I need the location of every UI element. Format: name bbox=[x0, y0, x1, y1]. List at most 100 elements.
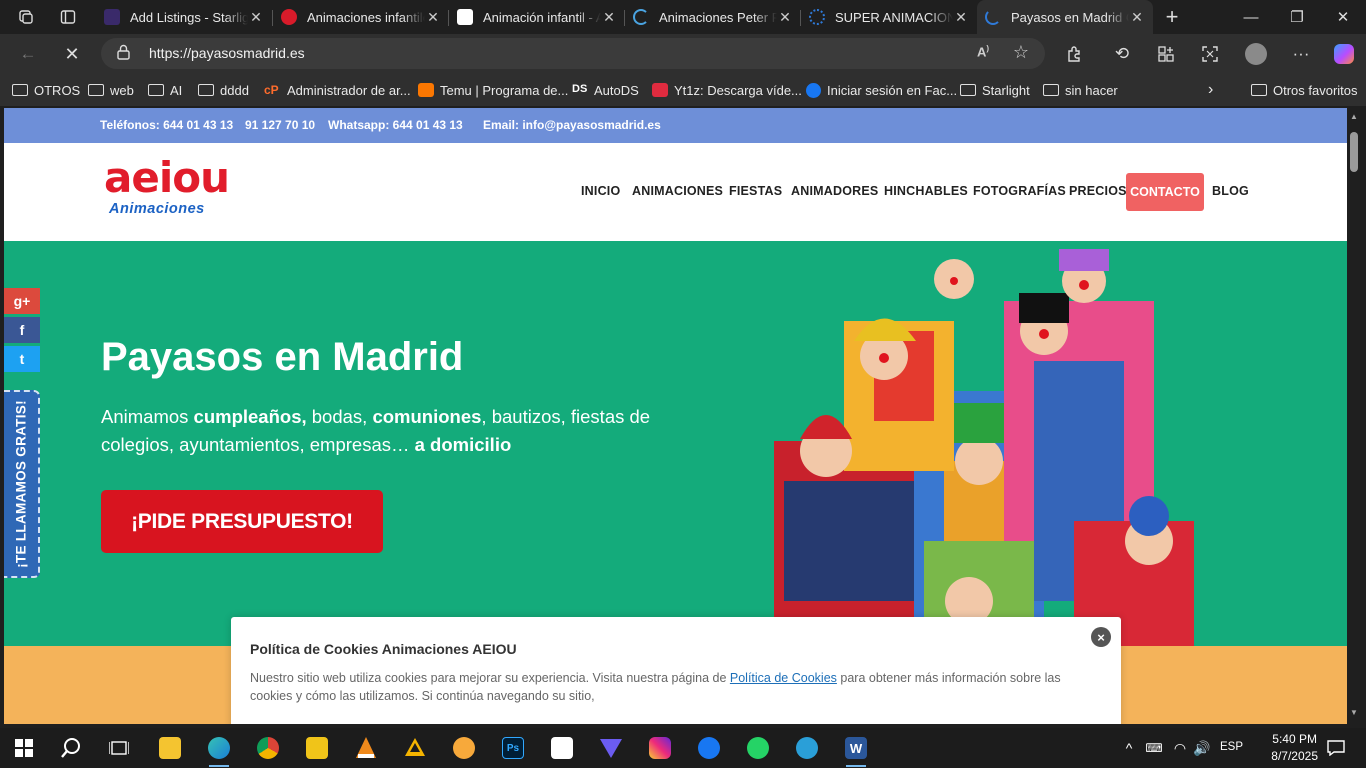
collections-icon[interactable] bbox=[1152, 42, 1180, 66]
folder-icon bbox=[1043, 84, 1059, 96]
menu-fiestas[interactable]: FIESTAS bbox=[729, 184, 782, 198]
edge-browser-icon[interactable] bbox=[205, 734, 233, 767]
file-explorer-icon[interactable] bbox=[156, 734, 184, 762]
notifications-icon[interactable] bbox=[1322, 734, 1350, 762]
bookmark-temu[interactable]: Temu | Programa de... bbox=[418, 81, 568, 99]
cookie-policy-link[interactable]: Política de Cookies bbox=[730, 671, 837, 685]
minimize-icon[interactable]: — bbox=[1228, 0, 1274, 34]
tab-title: Animaciones infantiles bbox=[307, 9, 425, 25]
messenger-app-icon[interactable] bbox=[793, 734, 821, 762]
tab-close-icon[interactable]: ✕ bbox=[1129, 9, 1145, 26]
bookmarks-overflow-chevron-icon[interactable]: › bbox=[1208, 81, 1213, 99]
te-llamamos-gratis-tab[interactable]: ¡TE LLAMAMOS GRATIS! bbox=[4, 390, 40, 578]
tab-close-icon[interactable]: ✕ bbox=[777, 9, 793, 26]
scrollbar-thumb[interactable] bbox=[1350, 132, 1358, 172]
tab-close-icon[interactable]: ✕ bbox=[601, 9, 617, 26]
facebook-share-icon[interactable]: f bbox=[4, 317, 40, 343]
bookmark-starlight[interactable]: Starlight bbox=[960, 81, 1030, 99]
tab-close-icon[interactable]: ✕ bbox=[248, 9, 264, 26]
bookmark-label: Otros favoritos bbox=[1273, 82, 1358, 98]
stop-loading-icon[interactable]: ✕ bbox=[58, 42, 86, 66]
pide-presupuesto-button[interactable]: ¡PIDE PRESUPUESTO! bbox=[101, 490, 383, 553]
bookmark-web[interactable]: web bbox=[88, 81, 134, 99]
input-indicator-icon[interactable]: ⌨ bbox=[1140, 734, 1168, 762]
google-drive-icon[interactable] bbox=[401, 734, 429, 762]
bookmark-otros-favoritos[interactable]: Otros favoritos bbox=[1251, 81, 1358, 99]
bookmark-cpanel[interactable]: cP Administrador de ar... bbox=[264, 81, 411, 99]
tab-favicon-icon bbox=[457, 9, 473, 25]
bookmark-dddd[interactable]: dddd bbox=[198, 81, 249, 99]
screenshot-icon[interactable] bbox=[1196, 42, 1224, 66]
scroll-down-icon[interactable]: ▼ bbox=[1350, 708, 1358, 717]
menu-animadores[interactable]: ANIMADORES bbox=[791, 184, 878, 198]
new-tab-icon[interactable]: + bbox=[1160, 4, 1184, 29]
menu-fotografias[interactable]: FOTOGRAFÍAS bbox=[973, 184, 1066, 198]
bookmark-sin-hacer[interactable]: sin hacer bbox=[1043, 81, 1118, 99]
tab-animaciones-infantiles[interactable]: Animaciones infantiles ✕ bbox=[273, 0, 449, 34]
word-icon[interactable]: W bbox=[842, 734, 870, 767]
back-icon[interactable]: ← bbox=[14, 42, 42, 66]
menu-inicio[interactable]: INICIO bbox=[581, 184, 620, 198]
bookmark-ai[interactable]: AI bbox=[148, 81, 182, 99]
copilot-icon[interactable] bbox=[1330, 42, 1358, 66]
bookmark-facebook[interactable]: Iniciar sesión en Fac... bbox=[806, 81, 957, 99]
restore-icon[interactable]: ❐ bbox=[1274, 0, 1320, 34]
topbar-phones[interactable]: Teléfonos: 644 01 43 13 bbox=[100, 118, 233, 132]
tab-super-animaciones[interactable]: SUPER ANIMACIONES ✕ bbox=[801, 0, 977, 34]
read-aloud-icon[interactable]: A) bbox=[977, 44, 989, 59]
volume-icon[interactable]: 🔊 bbox=[1188, 734, 1216, 762]
topbar-phone-2[interactable]: 91 127 70 10 bbox=[245, 118, 315, 132]
workspaces-icon[interactable] bbox=[14, 6, 38, 28]
menu-precios[interactable]: PRECIOS bbox=[1069, 184, 1127, 198]
bookmark-otros[interactable]: OTROS bbox=[12, 81, 80, 99]
menu-hinchables[interactable]: HINCHABLES bbox=[884, 184, 968, 198]
address-bar[interactable]: https://payasosmadrid.es A) ☆ bbox=[101, 38, 1045, 69]
search-icon[interactable] bbox=[57, 734, 85, 762]
menu-blog[interactable]: BLOG bbox=[1212, 184, 1249, 198]
tab-animacion-infantil[interactable]: Animación infantil - A ✕ bbox=[449, 0, 625, 34]
lock-icon[interactable] bbox=[117, 44, 130, 63]
cookie-close-icon[interactable]: × bbox=[1091, 627, 1111, 647]
system-clock[interactable]: 5:40 PM 8/7/2025 bbox=[1271, 731, 1318, 765]
bookmark-yt1z[interactable]: Yt1z: Descarga víde... bbox=[652, 81, 802, 99]
language-indicator[interactable]: ESP bbox=[1220, 741, 1243, 753]
chrome-icon[interactable] bbox=[254, 734, 282, 762]
tab-close-icon[interactable]: ✕ bbox=[953, 9, 969, 26]
photo-viewer-icon[interactable] bbox=[450, 734, 478, 762]
tab-animaciones-peter-pan[interactable]: Animaciones Peter Pan ✕ bbox=[625, 0, 801, 34]
menu-animaciones[interactable]: ANIMACIONES bbox=[632, 184, 723, 198]
extensions-icon[interactable] bbox=[1060, 42, 1088, 66]
player-app-icon[interactable] bbox=[303, 734, 331, 762]
tab-actions-icon[interactable] bbox=[56, 6, 80, 28]
favorite-star-icon[interactable]: ☆ bbox=[1013, 42, 1029, 63]
windows-start-icon[interactable] bbox=[10, 734, 38, 762]
task-view-icon[interactable] bbox=[105, 734, 133, 762]
vpn-app-icon[interactable] bbox=[597, 734, 625, 762]
photoshop-icon[interactable]: Ps bbox=[499, 734, 527, 762]
tab-title: Animación infantil - A bbox=[483, 9, 601, 25]
site-logo[interactable]: aeiou Animaciones bbox=[104, 157, 249, 223]
facebook-app-icon[interactable] bbox=[695, 734, 723, 762]
more-options-icon[interactable]: ··· bbox=[1287, 42, 1315, 66]
twitter-share-icon[interactable]: t bbox=[4, 346, 40, 372]
menu-contacto-button[interactable]: CONTACTO bbox=[1126, 173, 1204, 211]
tab-payasos-madrid[interactable]: Payasos en Madrid Cu ✕ bbox=[977, 0, 1153, 34]
vlc-icon[interactable] bbox=[352, 734, 380, 762]
google-plus-share-icon[interactable]: g+ bbox=[4, 288, 40, 314]
bookmark-autods[interactable]: DS AutoDS bbox=[572, 81, 639, 99]
whatsapp-icon[interactable] bbox=[744, 734, 772, 762]
tray-chevron-up-icon[interactable]: ^ bbox=[1115, 734, 1143, 762]
topbar-whatsapp[interactable]: Whatsapp: 644 01 43 13 bbox=[328, 118, 463, 132]
profile-avatar-icon[interactable] bbox=[1242, 42, 1270, 66]
scroll-up-icon[interactable]: ▲ bbox=[1350, 112, 1358, 121]
bookmark-label: web bbox=[110, 82, 134, 98]
tab-close-icon[interactable]: ✕ bbox=[425, 9, 441, 26]
url-text[interactable]: https://payasosmadrid.es bbox=[149, 45, 305, 61]
history-icon[interactable]: ⟲ bbox=[1108, 42, 1136, 66]
tab-add-listings[interactable]: Add Listings - Starlight ✕ bbox=[96, 0, 272, 34]
capcut-icon[interactable] bbox=[548, 734, 576, 762]
topbar-email[interactable]: Email: info@payasosmadrid.es bbox=[483, 118, 661, 132]
instagram-icon[interactable] bbox=[646, 734, 674, 762]
page-scrollbar[interactable]: ▲ ▼ bbox=[1347, 108, 1362, 724]
close-window-icon[interactable]: ✕ bbox=[1320, 0, 1366, 34]
